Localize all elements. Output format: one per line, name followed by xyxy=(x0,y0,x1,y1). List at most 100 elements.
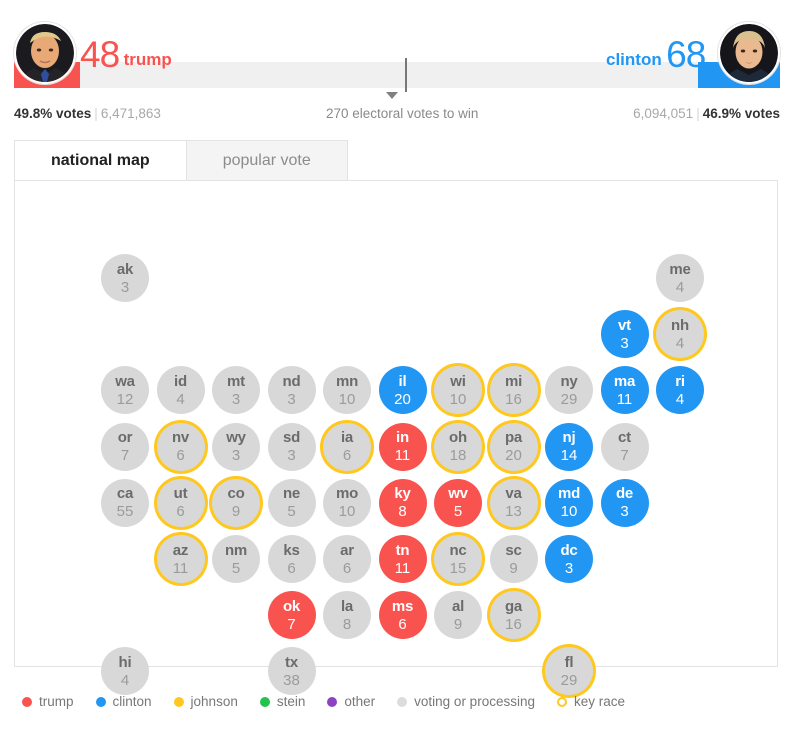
state-abbr-ne: ne xyxy=(282,485,301,503)
state-circle-wi[interactable]: wi 10 xyxy=(434,366,482,415)
state-circle-vt[interactable]: vt 3 xyxy=(600,310,649,359)
state-electoral-votes-nd: 3 xyxy=(287,390,296,408)
state-electoral-votes-ne: 5 xyxy=(287,503,296,521)
state-circle-fl[interactable]: fl 29 xyxy=(545,647,593,696)
state-circle-al[interactable]: al 9 xyxy=(434,591,482,640)
state-abbr-ga: ga xyxy=(504,597,523,615)
state-circle-ma[interactable]: ma 11 xyxy=(600,366,649,415)
state-circle-id[interactable]: id 4 xyxy=(156,366,205,415)
state-circle-ky[interactable]: ky 8 xyxy=(378,478,427,527)
state-circle-nm[interactable]: nm 5 xyxy=(212,535,260,583)
tab-popular-vote[interactable]: popular vote xyxy=(185,140,348,180)
state-electoral-votes-nh: 4 xyxy=(675,334,685,352)
legend-swatch-johnson-icon xyxy=(173,696,184,707)
state-circle-sd[interactable]: sd 3 xyxy=(267,422,316,471)
state-abbr-tn: tn xyxy=(395,541,410,559)
state-electoral-votes-or: 7 xyxy=(120,447,130,465)
legend-label: key race xyxy=(573,694,626,709)
state-abbr-id: id xyxy=(174,372,187,390)
state-circle-nh[interactable]: nh 4 xyxy=(656,310,704,359)
state-circle-ca[interactable]: ca 55 xyxy=(101,478,149,527)
state-circle-nc[interactable]: nc 15 xyxy=(434,535,482,583)
state-circle-mo[interactable]: mo 10 xyxy=(323,478,371,527)
state-electoral-votes-nv: 6 xyxy=(176,447,185,465)
state-abbr-mi: mi xyxy=(504,372,523,390)
state-circle-mt[interactable]: mt 3 xyxy=(212,366,260,415)
state-circle-ct[interactable]: ct 7 xyxy=(600,422,649,471)
trump-vote-summary: 49.8% votes | 6,471,863 xyxy=(14,106,161,121)
legend-item-voting-or-processing[interactable]: voting or processing xyxy=(397,694,535,709)
legend-label: stein xyxy=(276,694,306,709)
state-circle-sc[interactable]: sc 9 xyxy=(489,535,538,583)
state-circle-ny[interactable]: ny 29 xyxy=(545,366,593,415)
tab-national-map[interactable]: national map xyxy=(14,140,186,180)
state-circle-ok[interactable]: ok 7 xyxy=(267,591,316,640)
state-circle-oh[interactable]: oh 18 xyxy=(434,422,482,471)
state-circle-ia[interactable]: ia 6 xyxy=(323,422,371,471)
state-abbr-vt: vt xyxy=(618,316,631,334)
legend-label: other xyxy=(344,694,376,709)
state-electoral-votes-md: 10 xyxy=(560,503,578,521)
state-circle-hi[interactable]: hi 4 xyxy=(101,647,149,696)
state-circle-in[interactable]: in 11 xyxy=(378,422,427,471)
state-abbr-nv: nv xyxy=(171,429,190,447)
state-circle-or[interactable]: or 7 xyxy=(101,422,149,471)
state-circle-ar[interactable]: ar 6 xyxy=(323,535,371,583)
legend-item-trump[interactable]: trump xyxy=(22,694,74,709)
state-circle-wa[interactable]: wa 12 xyxy=(101,366,149,415)
state-abbr-dc: dc xyxy=(560,541,578,559)
state-abbr-co: co xyxy=(227,485,245,503)
state-circle-wy[interactable]: wy 3 xyxy=(212,422,260,471)
state-abbr-nc: nc xyxy=(449,541,467,559)
state-circle-co[interactable]: co 9 xyxy=(212,478,260,527)
clinton-vote-summary: 6,094,051 | 46.9% votes xyxy=(633,106,780,121)
state-abbr-wi: wi xyxy=(450,372,466,390)
state-circle-la[interactable]: la 8 xyxy=(323,591,371,640)
state-circle-tn[interactable]: tn 11 xyxy=(378,535,427,583)
results-header: 48 trump clinton 68 49.8% votes | 6,471,… xyxy=(0,0,794,130)
state-circle-ks[interactable]: ks 6 xyxy=(267,535,316,583)
state-abbr-hi: hi xyxy=(118,653,132,671)
state-circle-ri[interactable]: ri 4 xyxy=(656,366,704,415)
state-circle-pa[interactable]: pa 20 xyxy=(489,422,538,471)
state-electoral-votes-sd: 3 xyxy=(287,447,296,465)
state-circle-ne[interactable]: ne 5 xyxy=(267,478,316,527)
state-abbr-or: or xyxy=(117,429,133,447)
state-abbr-oh: oh xyxy=(449,429,467,447)
state-circle-ak[interactable]: ak 3 xyxy=(101,254,149,302)
legend-swatch-other-icon xyxy=(327,696,338,707)
state-circle-me[interactable]: me 4 xyxy=(656,254,704,302)
state-circle-mi[interactable]: mi 16 xyxy=(489,366,538,415)
state-abbr-wa: wa xyxy=(115,372,135,390)
state-electoral-votes-nj: 14 xyxy=(560,447,578,465)
state-circle-nj[interactable]: nj 14 xyxy=(545,422,593,471)
state-circle-nv[interactable]: nv 6 xyxy=(156,422,205,471)
legend-label: trump xyxy=(39,694,74,709)
legend-item-key-race[interactable]: key race xyxy=(556,694,626,709)
state-circle-md[interactable]: md 10 xyxy=(545,478,593,527)
state-circle-dc[interactable]: dc 3 xyxy=(545,535,593,583)
state-electoral-votes-il: 20 xyxy=(394,390,411,408)
state-abbr-ri: ri xyxy=(675,372,685,390)
state-circle-wv[interactable]: wv 5 xyxy=(434,478,482,527)
state-circle-nd[interactable]: nd 3 xyxy=(267,366,316,415)
state-circle-ut[interactable]: ut 6 xyxy=(156,478,205,527)
legend-item-stein[interactable]: stein xyxy=(259,694,306,709)
state-electoral-votes-ny: 29 xyxy=(560,390,578,408)
state-abbr-al: al xyxy=(451,597,465,615)
results-panel: national map popular vote ak 3 me 4 vt 3 nh 4 wa 1… xyxy=(14,140,778,696)
state-circle-az[interactable]: az 11 xyxy=(156,535,205,583)
legend-item-johnson[interactable]: johnson xyxy=(173,694,238,709)
state-circle-de[interactable]: de 3 xyxy=(600,478,649,527)
state-electoral-votes-ks: 6 xyxy=(287,559,296,577)
state-circle-mn[interactable]: mn 10 xyxy=(323,366,371,415)
state-circle-va[interactable]: va 13 xyxy=(489,478,538,527)
state-circle-tx[interactable]: tx 38 xyxy=(267,647,316,696)
state-electoral-votes-oh: 18 xyxy=(449,447,467,465)
trump-electoral-tally: 48 trump xyxy=(80,34,172,76)
state-circle-il[interactable]: il 20 xyxy=(378,366,427,415)
legend-item-other[interactable]: other xyxy=(327,694,375,709)
state-circle-ga[interactable]: ga 16 xyxy=(489,591,538,640)
state-circle-ms[interactable]: ms 6 xyxy=(378,591,427,640)
legend-item-clinton[interactable]: clinton xyxy=(95,694,152,709)
